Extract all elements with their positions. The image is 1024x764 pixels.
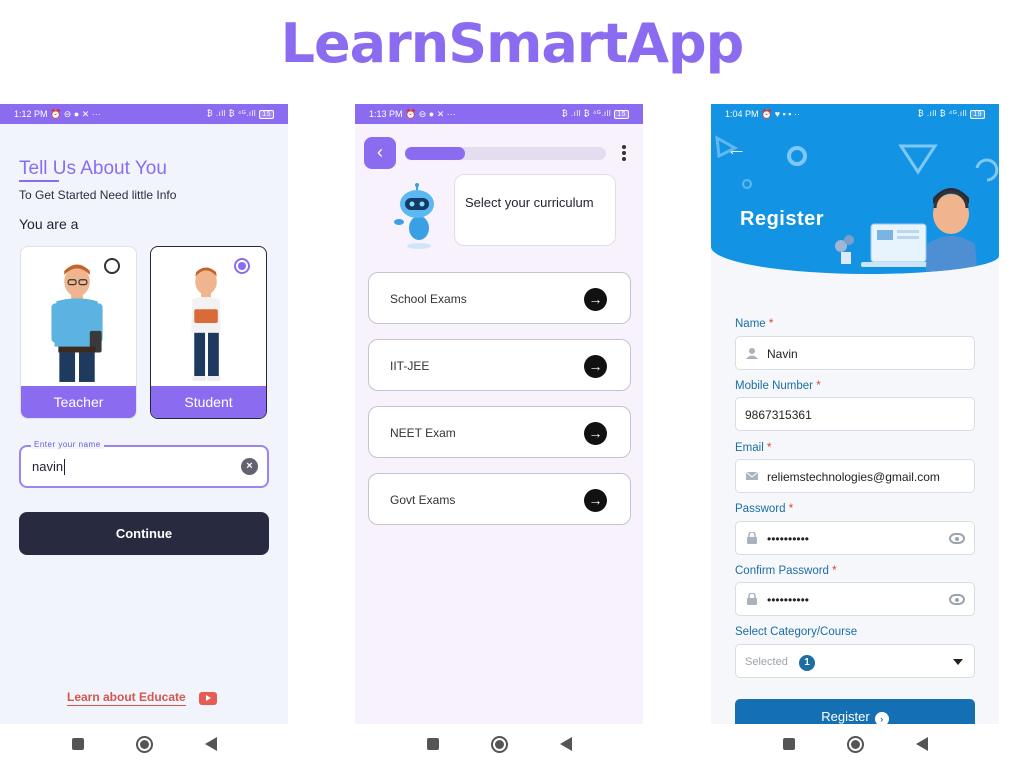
email-value: reliemstechnologies@gmail.com bbox=[767, 470, 940, 484]
back-button[interactable]: ‹ bbox=[364, 137, 396, 169]
role-label-teacher: Teacher bbox=[21, 386, 136, 418]
status-signal: ₿ .ıll ₿ ⁴ᴳ.ıll 15 bbox=[207, 109, 274, 119]
selected-count-badge: 1 bbox=[799, 655, 815, 671]
home-icon[interactable] bbox=[135, 735, 153, 753]
home-icon[interactable] bbox=[846, 735, 864, 753]
clear-icon[interactable]: × bbox=[241, 458, 258, 475]
title-underline bbox=[19, 180, 59, 182]
lock-icon bbox=[747, 593, 757, 605]
exam-label: School Exams bbox=[390, 292, 467, 306]
recents-icon[interactable] bbox=[426, 738, 439, 750]
back-nav-icon[interactable] bbox=[559, 737, 572, 751]
continue-button[interactable]: Continue bbox=[19, 512, 269, 555]
exam-label: IIT-JEE bbox=[390, 359, 430, 373]
battery-icon: 15 bbox=[259, 110, 274, 119]
status-time: 1:13 PM ⏰ ⊖ ● ✕ ··· bbox=[369, 108, 456, 119]
exam-label: NEET Exam bbox=[390, 426, 456, 440]
back-nav-icon[interactable] bbox=[915, 737, 928, 751]
role-card-teacher[interactable]: Teacher bbox=[20, 246, 137, 419]
mobile-value: 9867315361 bbox=[745, 408, 812, 422]
status-bar: 1:12 PM ⏰ ⊖ ● ✕ ··· ₿ .ıll ₿ ⁴ᴳ.ıll 15 bbox=[0, 104, 288, 124]
youtube-icon[interactable] bbox=[199, 692, 217, 705]
text-caret bbox=[64, 459, 65, 475]
home-icon[interactable] bbox=[490, 735, 508, 753]
category-select[interactable]: Selected 1 bbox=[735, 644, 975, 678]
arrow-right-icon[interactable]: → bbox=[584, 489, 607, 512]
page-title: Tell Us About You bbox=[19, 158, 167, 179]
role-label-student: Student bbox=[151, 386, 266, 418]
phone-register: 1:04 PM ⏰ ♥ ▪ ▪ ·· ₿ .ıll ₿ ⁴ᴳ.ıll 19 ← R… bbox=[711, 104, 999, 764]
battery-icon: 19 bbox=[970, 110, 985, 119]
status-bar: 1:04 PM ⏰ ♥ ▪ ▪ ·· ₿ .ıll ₿ ⁴ᴳ.ıll 19 bbox=[711, 104, 999, 124]
progress-fill bbox=[405, 147, 466, 160]
name-field[interactable]: Enter your name × bbox=[19, 440, 269, 488]
system-nav-bar bbox=[0, 724, 288, 764]
exam-option-iit-jee[interactable]: IIT-JEE → bbox=[368, 339, 631, 391]
teacher-avatar bbox=[51, 264, 103, 382]
phone-select-curriculum: 1:13 PM ⏰ ⊖ ● ✕ ··· ₿ .ıll ₿ ⁴ᴳ.ıll 15 ‹ … bbox=[355, 104, 643, 764]
arrow-right-icon[interactable]: → bbox=[584, 422, 607, 445]
back-nav-icon[interactable] bbox=[204, 737, 217, 751]
chevron-left-icon: ‹ bbox=[377, 142, 383, 162]
register-header: ← Register bbox=[711, 124, 999, 274]
mobile-field[interactable]: 9867315361 bbox=[735, 397, 975, 431]
status-bar: 1:13 PM ⏰ ⊖ ● ✕ ··· ₿ .ıll ₿ ⁴ᴳ.ıll 15 bbox=[355, 104, 643, 124]
curriculum-prompt: Select your curriculum bbox=[454, 174, 616, 246]
mail-icon bbox=[746, 471, 758, 480]
student-avatar bbox=[191, 267, 221, 381]
confirm-password-label: Confirm Password * bbox=[735, 565, 837, 577]
canvas: LearnSmartApp 1:12 PM ⏰ ⊖ ● ✕ ··· ₿ .ıll… bbox=[0, 0, 1024, 764]
user-icon bbox=[746, 348, 758, 359]
confirm-password-value: •••••••••• bbox=[767, 593, 810, 607]
exam-option-school[interactable]: School Exams → bbox=[368, 272, 631, 324]
phone-tell-us-about-you: 1:12 PM ⏰ ⊖ ● ✕ ··· ₿ .ıll ₿ ⁴ᴳ.ıll 15 Te… bbox=[0, 104, 288, 764]
arrow-right-icon[interactable]: → bbox=[584, 355, 607, 378]
password-field[interactable]: •••••••••• bbox=[735, 521, 975, 555]
app-title: LearnSmartApp bbox=[280, 12, 745, 75]
robot-mascot-icon bbox=[394, 183, 434, 249]
name-label: Name * bbox=[735, 318, 774, 330]
category-label: Select Category/Course bbox=[735, 626, 858, 638]
more-menu-icon[interactable] bbox=[621, 144, 627, 162]
status-time: 1:12 PM ⏰ ⊖ ● ✕ ··· bbox=[14, 108, 101, 119]
mobile-label: Mobile Number * bbox=[735, 380, 821, 392]
recents-icon[interactable] bbox=[71, 738, 84, 750]
name-value: Navin bbox=[767, 347, 798, 361]
register-label: Register bbox=[821, 709, 870, 724]
caret-down-icon[interactable] bbox=[953, 659, 963, 665]
email-field[interactable]: reliemstechnologies@gmail.com bbox=[735, 459, 975, 493]
role-card-student[interactable]: Student bbox=[150, 246, 267, 419]
name-field-label: Enter your name bbox=[31, 440, 104, 449]
status-signal: ₿ .ıll ₿ ⁴ᴳ.ıll 19 bbox=[918, 109, 985, 119]
exam-option-neet[interactable]: NEET Exam → bbox=[368, 406, 631, 458]
student-at-laptop-illustration bbox=[835, 188, 978, 274]
recents-icon[interactable] bbox=[782, 738, 795, 750]
page-title: Register bbox=[740, 208, 825, 230]
password-value: •••••••••• bbox=[767, 532, 810, 546]
role-prompt: You are a bbox=[19, 216, 79, 232]
learn-about-link[interactable]: Learn about Educate bbox=[67, 690, 186, 706]
system-nav-bar bbox=[711, 724, 999, 764]
password-label: Password * bbox=[735, 503, 794, 515]
status-time: 1:04 PM ⏰ ♥ ▪ ▪ ·· bbox=[725, 108, 800, 119]
eye-icon[interactable] bbox=[949, 533, 965, 544]
status-signal: ₿ .ıll ₿ ⁴ᴳ.ıll 15 bbox=[562, 109, 629, 119]
confirm-password-field[interactable]: •••••••••• bbox=[735, 582, 975, 616]
progress-bar bbox=[405, 147, 606, 160]
page-subtitle: To Get Started Need little Info bbox=[19, 188, 177, 202]
exam-option-govt[interactable]: Govt Exams → bbox=[368, 473, 631, 525]
eye-icon[interactable] bbox=[949, 594, 965, 605]
lock-icon bbox=[747, 532, 757, 544]
system-nav-bar bbox=[355, 724, 643, 764]
exam-label: Govt Exams bbox=[390, 493, 456, 507]
battery-icon: 15 bbox=[614, 110, 629, 119]
email-label: Email * bbox=[735, 442, 772, 454]
category-placeholder: Selected bbox=[745, 656, 788, 668]
name-field[interactable]: Navin bbox=[735, 336, 975, 370]
arrow-right-icon[interactable]: → bbox=[584, 288, 607, 311]
name-input[interactable] bbox=[32, 459, 232, 474]
